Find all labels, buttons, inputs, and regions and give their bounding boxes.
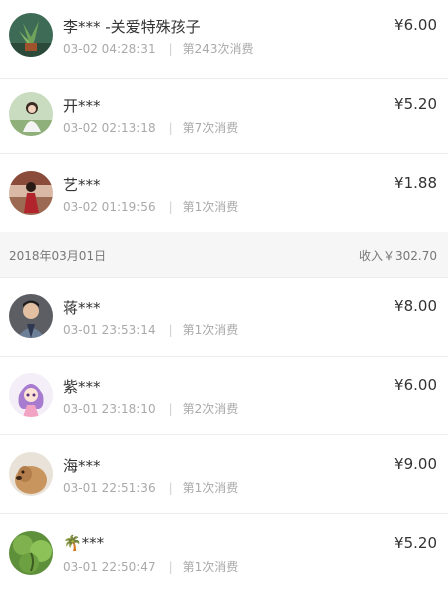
transaction-meta: 03-01 22:51:36 | 第1次消费 [63, 479, 238, 496]
date-group-header: 2018年03月01日 收入￥302.70 [0, 232, 448, 278]
purchase-count: 第243次消费 [182, 42, 254, 56]
user-name: 🌴*** [63, 534, 105, 552]
transaction-meta: 03-02 01:19:56 | 第1次消费 [63, 198, 238, 215]
transaction-row[interactable]: 艺*** 03-02 01:19:56 | 第1次消费 ¥1.88 [0, 154, 448, 233]
purchase-count: 第1次消费 [182, 481, 239, 495]
avatar [9, 373, 53, 417]
transaction-row[interactable]: 海*** 03-01 22:51:36 | 第1次消费 ¥9.00 [0, 435, 448, 514]
transaction-amount: ¥6.00 [394, 376, 437, 394]
transaction-amount: ¥1.88 [394, 174, 437, 192]
purchase-count: 第1次消费 [182, 560, 239, 574]
transaction-row[interactable]: 蒋*** 03-01 23:53:14 | 第1次消费 ¥8.00 [0, 278, 448, 357]
meta-separator: | [168, 200, 173, 214]
avatar [9, 171, 53, 215]
user-name: 艺*** [63, 176, 101, 194]
meta-separator: | [168, 481, 173, 495]
avatar [9, 531, 53, 575]
group-date: 2018年03月01日 [9, 249, 107, 263]
transaction-amount: ¥8.00 [394, 297, 437, 315]
meta-separator: | [168, 323, 173, 337]
meta-separator: | [168, 560, 173, 574]
transaction-time: 03-02 01:19:56 [63, 200, 156, 214]
transaction-amount: ¥5.20 [394, 534, 437, 552]
transaction-meta: 03-01 22:50:47 | 第1次消费 [63, 558, 238, 575]
transaction-meta: 03-02 04:28:31 | 第243次消费 [63, 40, 254, 57]
meta-separator: | [168, 402, 173, 416]
transaction-time: 03-01 22:51:36 [63, 481, 156, 495]
transaction-meta: 03-02 02:13:18 | 第7次消费 [63, 119, 238, 136]
group-income: 收入￥302.70 [359, 249, 437, 263]
user-name: 李*** -关爱特殊孩子 [63, 18, 201, 36]
transaction-time: 03-02 02:13:18 [63, 121, 156, 135]
user-name: 紫*** [63, 378, 101, 396]
transaction-time: 03-01 23:18:10 [63, 402, 156, 416]
meta-separator: | [168, 42, 173, 56]
transaction-meta: 03-01 23:18:10 | 第2次消费 [63, 400, 238, 417]
transaction-time: 03-02 04:28:31 [63, 42, 156, 56]
transaction-time: 03-01 23:53:14 [63, 323, 156, 337]
transaction-row[interactable]: 🌴*** 03-01 22:50:47 | 第1次消费 ¥5.20 [0, 514, 448, 593]
purchase-count: 第1次消费 [182, 323, 239, 337]
purchase-count: 第2次消费 [182, 402, 239, 416]
meta-separator: | [168, 121, 173, 135]
transaction-time: 03-01 22:50:47 [63, 560, 156, 574]
transaction-amount: ¥9.00 [394, 455, 437, 473]
avatar [9, 13, 53, 57]
user-name: 开*** [63, 97, 101, 115]
transaction-row[interactable]: 李*** -关爱特殊孩子 03-02 04:28:31 | 第243次消费 ¥6.0… [0, 0, 448, 79]
user-name: 海*** [63, 457, 101, 475]
purchase-count: 第7次消费 [182, 121, 239, 135]
purchase-count: 第1次消费 [182, 200, 239, 214]
transaction-row[interactable]: 紫*** 03-01 23:18:10 | 第2次消费 ¥6.00 [0, 356, 448, 435]
user-name: 蒋*** [63, 299, 101, 317]
transaction-amount: ¥5.20 [394, 95, 437, 113]
avatar [9, 452, 53, 496]
transaction-row[interactable]: 开*** 03-02 02:13:18 | 第7次消费 ¥5.20 [0, 75, 448, 154]
avatar [9, 294, 53, 338]
transaction-amount: ¥6.00 [394, 16, 437, 34]
avatar [9, 92, 53, 136]
transaction-meta: 03-01 23:53:14 | 第1次消费 [63, 321, 238, 338]
